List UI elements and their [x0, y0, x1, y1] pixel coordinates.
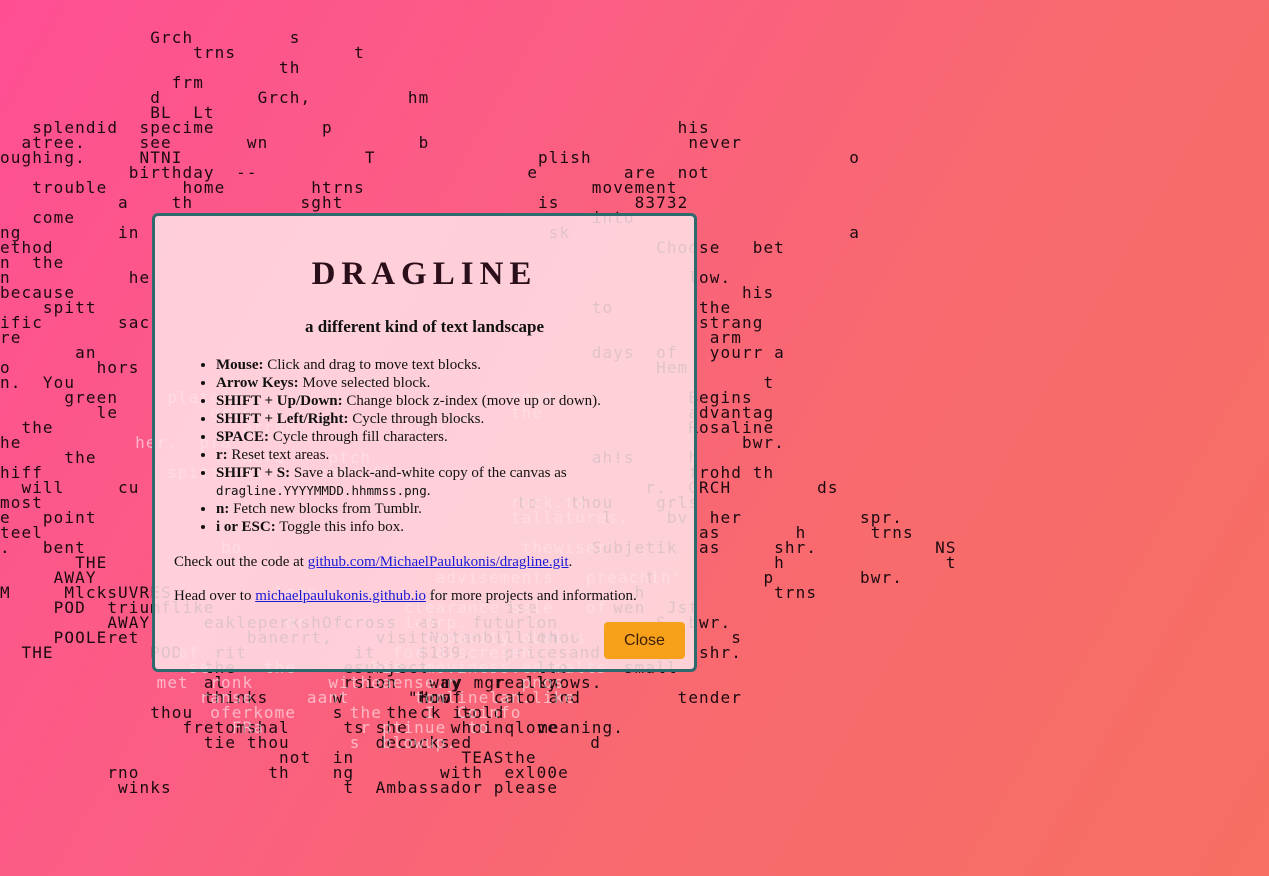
close-button[interactable]: Close — [604, 622, 685, 659]
controls-list-item: n: Fetch new blocks from Tumblr. — [216, 500, 686, 518]
control-desc: Reset text areas. — [231, 447, 330, 463]
controls-list-item: SHIFT + Up/Down: Change block z-index (m… — [216, 392, 686, 410]
filename-pattern: dragline.YYYYMMDD.hhmmss.png — [216, 483, 427, 498]
controls-list-item: SHIFT + S: Save a black-and-white copy o… — [216, 464, 686, 500]
control-key: SHIFT + Up/Down: — [216, 393, 343, 409]
control-key: Arrow Keys: — [216, 375, 299, 391]
controls-list-item: SPACE: Cycle through fill characters. — [216, 428, 686, 446]
github-repo-link[interactable]: github.com/MichaelPaulukonis/dragline.gi… — [308, 554, 569, 570]
homepage-link[interactable]: michaelpaulukonis.github.io — [255, 588, 426, 604]
info-box: DRAGLINE a different kind of text landsc… — [152, 213, 697, 672]
control-desc: Move selected block. — [302, 375, 431, 391]
controls-list-item: i or ESC: Toggle this info box. — [216, 518, 686, 536]
control-key: n: — [216, 501, 230, 517]
controls-list-item: Mouse: Click and drag to move text block… — [216, 356, 686, 374]
controls-list: Mouse: Click and drag to move text block… — [198, 356, 686, 536]
control-key: SPACE: — [216, 429, 270, 445]
control-desc-suffix: . — [426, 483, 431, 499]
control-desc: Toggle this info box. — [279, 519, 404, 535]
control-key: SHIFT + S: — [216, 465, 291, 481]
control-desc: Cycle through blocks. — [352, 411, 485, 427]
control-desc: Change block z-index (move up or down). — [346, 393, 601, 409]
site-info-suffix: for more projects and information. — [426, 588, 637, 604]
controls-list-item: r: Reset text areas. — [216, 446, 686, 464]
code-info-suffix: . — [568, 554, 573, 570]
controls-list-item: SHIFT + Left/Right: Cycle through blocks… — [216, 410, 686, 428]
control-desc: Save a black-and-white copy of the canva… — [293, 465, 567, 481]
control-key: SHIFT + Left/Right: — [216, 411, 349, 427]
app-subtitle: a different kind of text landscape — [304, 317, 545, 336]
site-info-prefix: Head over to — [174, 588, 256, 604]
control-desc: Click and drag to move text blocks. — [267, 357, 481, 373]
control-desc: Cycle through fill characters. — [272, 429, 448, 445]
code-info-prefix: Check out the code at — [174, 554, 308, 570]
code-info-text: Check out the code at github.com/Michael… — [174, 553, 572, 571]
control-key: r: — [216, 447, 228, 463]
control-key: i or ESC: — [216, 519, 276, 535]
site-info-text: Head over to michaelpaulukonis.github.io… — [174, 587, 637, 605]
control-desc: Fetch new blocks from Tumblr. — [233, 501, 422, 517]
app-title: DRAGLINE — [311, 256, 538, 292]
controls-list-item: Arrow Keys: Move selected block. — [216, 374, 686, 392]
control-key: Mouse: — [216, 357, 264, 373]
